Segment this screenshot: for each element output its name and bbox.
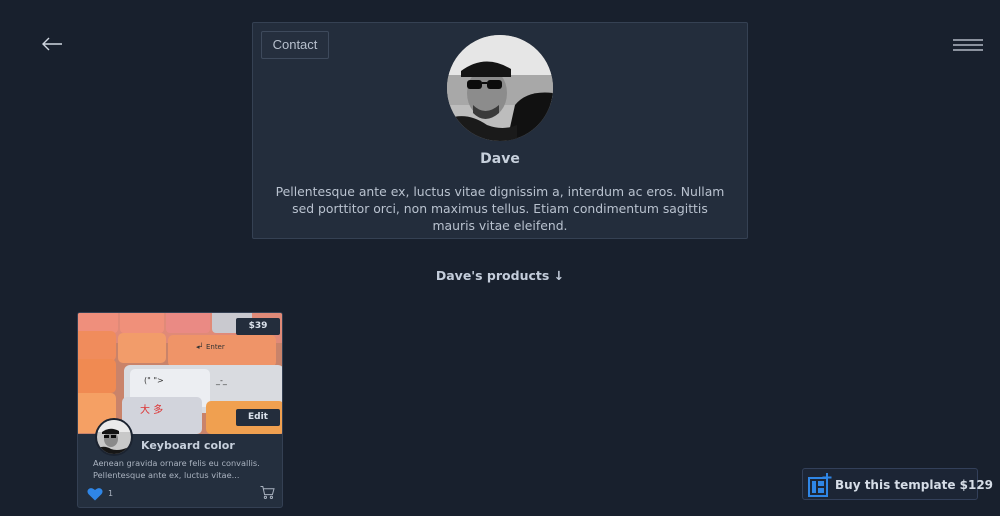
svg-text:_-_: _-_ <box>215 376 228 385</box>
product-title[interactable]: Keyboard color <box>141 439 235 452</box>
svg-text:◂┘ Enter: ◂┘ Enter <box>196 342 225 351</box>
heart-icon[interactable] <box>87 487 103 501</box>
profile-bio: Pellentesque ante ex, luctus vitae digni… <box>275 184 725 233</box>
profile-card: Contact Dave Pellentesque ante ex, luctu… <box>252 22 748 239</box>
product-description: Aenean gravida ornare felis eu convallis… <box>93 458 260 480</box>
like-count: 1 <box>108 489 114 498</box>
profile-name: Dave <box>480 151 520 167</box>
products-heading: Dave's products ↓ <box>435 268 565 283</box>
price-badge: $39 <box>236 318 280 335</box>
edit-button[interactable]: Edit <box>236 409 280 426</box>
buy-template-label: Buy this template $129 <box>835 478 994 492</box>
back-arrow-icon[interactable] <box>40 34 66 54</box>
hamburger-menu-icon[interactable] <box>953 38 983 52</box>
buy-template-button[interactable]: Buy this template $129 <box>802 468 993 500</box>
svg-text:大 多: 大 多 <box>140 403 163 416</box>
template-plus-icon <box>808 473 832 497</box>
contact-button[interactable]: Contact <box>261 31 329 59</box>
product-image: ◂┘ Enter (" "> _-_ 大 多 $39 Edit <box>78 313 282 434</box>
product-card[interactable]: ◂┘ Enter (" "> _-_ 大 多 $39 Edit Keyboard… <box>77 312 283 508</box>
cart-icon[interactable] <box>260 485 275 500</box>
profile-avatar <box>447 35 553 141</box>
svg-text:(" ">: (" "> <box>144 376 164 385</box>
seller-avatar <box>95 418 133 456</box>
